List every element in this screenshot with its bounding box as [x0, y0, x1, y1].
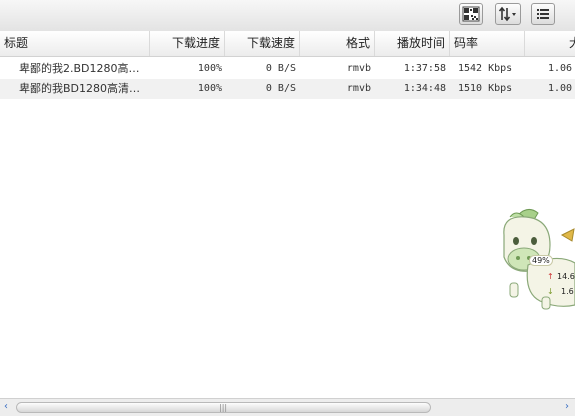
horizontal-scrollbar[interactable]: ‹ ||| ›: [0, 398, 575, 416]
row-title: 卑鄙的我2.BD1280高…: [19, 62, 140, 75]
column-format[interactable]: 格式: [300, 31, 375, 56]
sort-icon: [498, 6, 516, 22]
row-size: 1.00: [548, 83, 573, 94]
row-progress: 100%: [197, 63, 222, 74]
column-speed[interactable]: 下载速度: [225, 31, 300, 56]
download-speed: 1.6: [561, 287, 574, 296]
table-row[interactable]: 卑鄙的我2.BD1280高… 100% 0 B/S rmvb 1:37:58 1…: [0, 59, 575, 79]
scrollbar-thumb[interactable]: |||: [16, 402, 431, 413]
row-duration: 1:37:58: [403, 63, 446, 74]
row-speed: 0 B/S: [265, 83, 296, 94]
row-duration: 1:34:48: [403, 83, 446, 94]
row-format: rmvb: [346, 63, 371, 74]
scroll-left-arrow-icon[interactable]: ‹: [4, 401, 8, 412]
column-header: 标题 下载进度 下载速度 格式 播放时间 码率 大: [0, 31, 575, 57]
row-speed: 0 B/S: [265, 63, 296, 74]
row-bitrate: 1542 Kbps: [458, 63, 513, 74]
speed-widget[interactable]: 49% ↑ 14.6 ↓ 1.6: [498, 205, 575, 315]
progress-percent: 49%: [529, 255, 553, 266]
row-title: 卑鄙的我BD1280高清…: [19, 82, 141, 95]
qr-code-button[interactable]: [459, 3, 483, 25]
download-arrow-icon: ↓: [547, 287, 554, 296]
row-bitrate: 1510 Kbps: [458, 83, 513, 94]
row-format: rmvb: [346, 83, 371, 94]
upload-arrow-icon: ↑: [547, 272, 554, 281]
qr-code-icon: [462, 6, 480, 22]
row-progress: 100%: [197, 83, 222, 94]
sort-button[interactable]: [495, 3, 521, 25]
list-view-button[interactable]: [531, 3, 555, 25]
column-title[interactable]: 标题: [0, 31, 150, 56]
upload-speed: 14.6: [557, 272, 575, 281]
scroll-right-arrow-icon[interactable]: ›: [565, 401, 569, 412]
column-progress[interactable]: 下载进度: [150, 31, 225, 56]
scrollbar-grip: |||: [219, 403, 228, 412]
table-row[interactable]: 卑鄙的我BD1280高清… 100% 0 B/S rmvb 1:34:48 15…: [0, 79, 575, 99]
column-bitrate[interactable]: 码率: [450, 31, 525, 56]
list-view-icon: [537, 9, 549, 19]
column-duration[interactable]: 播放时间: [375, 31, 450, 56]
row-size: 1.06: [548, 63, 573, 74]
toolbar: [0, 0, 575, 32]
column-size[interactable]: 大: [525, 31, 575, 56]
